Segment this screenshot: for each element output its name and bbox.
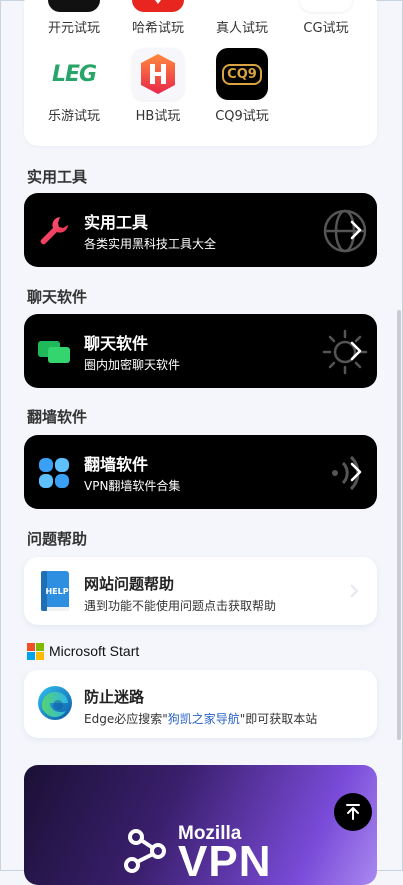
section-heading-vpn: 翻墙软件 bbox=[27, 408, 88, 426]
tools-card-subtitle: 各类实用黑科技工具大全 bbox=[84, 237, 217, 251]
haxi-icon bbox=[132, 0, 184, 12]
tools-card-title: 实用工具 bbox=[84, 213, 149, 232]
site-name-link[interactable]: 狗凯之家导航 bbox=[168, 712, 240, 726]
app-label: 哈希试玩 bbox=[131, 21, 184, 36]
edge-sub-suffix: "即可获取本站 bbox=[239, 712, 318, 726]
app-hb[interactable]: HB试玩 bbox=[122, 48, 194, 124]
help-card-title: 网站问题帮助 bbox=[84, 575, 175, 593]
zhenren-icon bbox=[216, 0, 268, 12]
app-haxi[interactable]: 哈希试玩 bbox=[122, 0, 194, 36]
section-heading-tools: 实用工具 bbox=[27, 168, 88, 186]
microsoft-start-brand: Microsoft Start bbox=[27, 642, 139, 660]
vpn-card-title: 翻墙软件 bbox=[84, 455, 149, 474]
banner-brand-bottom: VPN bbox=[178, 837, 272, 885]
chevron-right-icon bbox=[350, 584, 359, 598]
microsoft-logo-icon bbox=[27, 642, 44, 660]
app-zhenren[interactable]: 真人试玩 bbox=[206, 0, 278, 36]
vpn-card-subtitle: VPN翻墙软件合集 bbox=[84, 479, 181, 493]
section-heading-help: 问题帮助 bbox=[27, 530, 88, 548]
app-label: HB试玩 bbox=[135, 109, 181, 124]
app-grid-card: 开元试玩 哈希试玩 真人试玩 CG试玩 LEG 乐游试玩 HB试玩 CQ9 CQ… bbox=[24, 0, 377, 146]
tools-card[interactable]: 实用工具 各类实用黑科技工具大全 bbox=[24, 193, 377, 267]
mozilla-vpn-banner[interactable]: Mozilla VPN bbox=[24, 765, 377, 885]
edge-sub-prefix: Edge必应搜索" bbox=[84, 712, 168, 726]
wrench-icon bbox=[40, 217, 68, 245]
chat-bubbles-icon bbox=[38, 341, 70, 363]
edge-card-title: 防止迷路 bbox=[84, 688, 145, 706]
kaiyuan-icon bbox=[48, 0, 100, 12]
chat-card-title: 聊天软件 bbox=[84, 334, 149, 353]
clover-icon bbox=[39, 458, 69, 488]
cg-icon bbox=[300, 0, 352, 12]
app-label: 开元试玩 bbox=[47, 21, 100, 36]
chevron-right-icon bbox=[350, 462, 362, 482]
edge-card-subtitle: Edge必应搜索"狗凯之家导航"即可获取本站 bbox=[84, 710, 317, 727]
edge-search-card[interactable]: 防止迷路 Edge必应搜索"狗凯之家导航"即可获取本站 bbox=[24, 670, 377, 738]
cq9-icon: CQ9 bbox=[216, 48, 268, 100]
chevron-right-icon bbox=[350, 341, 362, 361]
chat-card[interactable]: 聊天软件 圈内加密聊天软件 bbox=[24, 314, 377, 388]
section-heading-chat: 聊天软件 bbox=[27, 288, 88, 306]
hb-icon bbox=[132, 48, 184, 100]
vpn-card[interactable]: 翻墙软件 VPN翻墙软件合集 bbox=[24, 435, 377, 509]
chevron-right-icon bbox=[350, 220, 362, 240]
app-cg[interactable]: CG试玩 bbox=[290, 0, 362, 36]
mozilla-vpn-logo-icon bbox=[124, 829, 166, 873]
edge-browser-icon bbox=[38, 686, 72, 720]
back-to-top-button[interactable] bbox=[334, 793, 372, 831]
app-leyou[interactable]: LEG 乐游试玩 bbox=[38, 48, 110, 124]
app-label: CG试玩 bbox=[303, 21, 349, 36]
arrow-up-icon bbox=[346, 804, 360, 820]
app-cq9[interactable]: CQ9 CQ9试玩 bbox=[206, 48, 278, 124]
help-book-icon: HELP bbox=[41, 571, 69, 611]
app-label: 乐游试玩 bbox=[47, 109, 100, 124]
app-kaiyuan[interactable]: 开元试玩 bbox=[38, 0, 110, 36]
microsoft-start-label: Microsoft Start bbox=[49, 643, 140, 659]
app-label: CQ9试玩 bbox=[215, 109, 269, 124]
help-card-subtitle: 遇到功能不能使用问题点击获取帮助 bbox=[84, 599, 277, 613]
help-card[interactable]: HELP 网站问题帮助 遇到功能不能使用问题点击获取帮助 bbox=[24, 557, 377, 625]
leg-icon: LEG bbox=[48, 48, 100, 100]
app-label: 真人试玩 bbox=[215, 21, 268, 36]
chat-card-subtitle: 圈内加密聊天软件 bbox=[84, 358, 181, 372]
svg-text:HELP: HELP bbox=[45, 587, 68, 596]
scrollbar[interactable] bbox=[397, 310, 401, 740]
